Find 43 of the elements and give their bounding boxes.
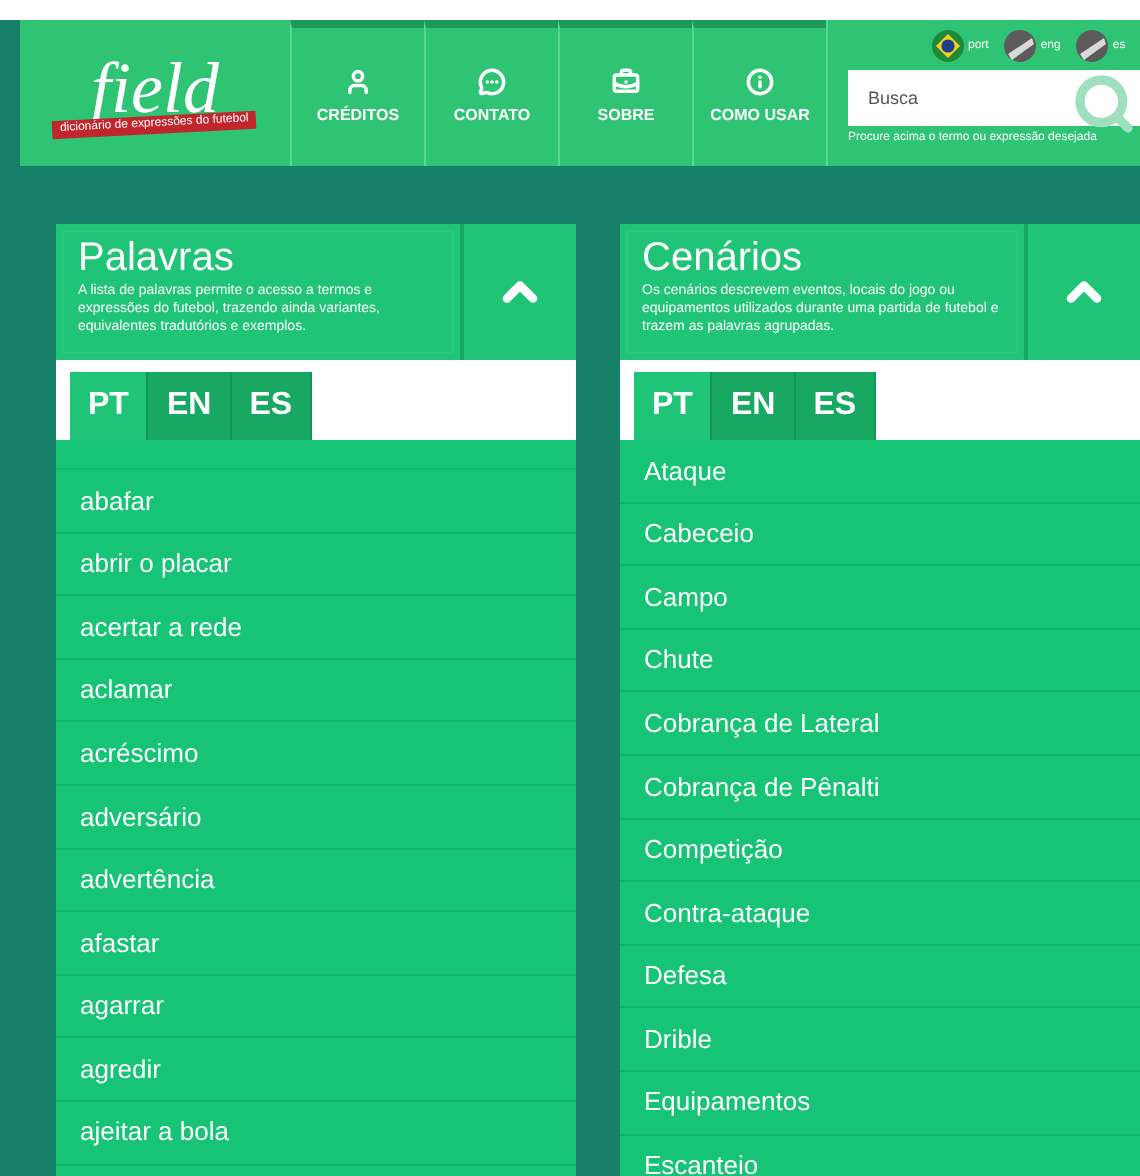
list-item[interactable]: acertar a rede — [56, 596, 576, 660]
language-tab[interactable]: PT — [634, 372, 713, 440]
info-icon — [746, 67, 774, 95]
list-item[interactable]: Escanteio — [620, 1135, 1140, 1176]
flag-icon — [932, 30, 964, 62]
panel-title: Cenários — [642, 234, 805, 282]
nav-button[interactable]: COMO USAR — [692, 20, 826, 166]
flag-icon — [1004, 30, 1037, 62]
list-item[interactable]: aclamar — [56, 659, 576, 723]
language-tab[interactable]: EN — [148, 372, 232, 440]
flag-icon — [1076, 30, 1109, 62]
chat-icon — [478, 67, 506, 95]
nav-button[interactable]: CRÉDITOS — [290, 20, 424, 166]
list-item[interactable]: Competição — [620, 819, 1140, 883]
list-item[interactable]: Cobrança de Pênalti — [620, 755, 1140, 820]
list-item[interactable]: abafar — [56, 470, 576, 534]
language-tab[interactable]: EN — [712, 372, 796, 440]
nav-button[interactable]: SOBRE — [558, 20, 692, 166]
search-field[interactable]: Busca — [848, 70, 1140, 126]
list-item[interactable]: adversário — [56, 785, 576, 850]
list-item[interactable]: agarrar — [56, 975, 576, 1039]
list-item[interactable]: Cobrança de Lateral — [620, 692, 1140, 756]
list-item[interactable]: Chute — [620, 629, 1140, 693]
list-item[interactable]: advertência — [56, 849, 576, 913]
list-item[interactable]: Drible — [620, 1008, 1140, 1072]
list-item[interactable]: Defesa — [620, 945, 1140, 1009]
list-item[interactable]: Contra-ataque — [620, 882, 1140, 946]
list-item[interactable]: Equipamentos — [620, 1071, 1140, 1136]
list-item[interactable]: acréscimo — [56, 722, 576, 786]
person-icon — [344, 67, 372, 95]
list-item[interactable]: afastar — [56, 912, 576, 976]
list-item[interactable]: Ataque — [620, 440, 1140, 504]
briefcase-icon — [612, 67, 640, 95]
panel-title: Palavras — [78, 234, 236, 282]
list-item[interactable]: agredir — [56, 1038, 576, 1102]
list-item[interactable]: abrir o placar — [56, 533, 576, 597]
list-item[interactable]: ajeitar a bola — [56, 1101, 576, 1166]
language-tab[interactable]: ES — [231, 372, 313, 440]
language-tab[interactable]: ES — [795, 372, 877, 440]
list-item[interactable]: Campo — [620, 566, 1140, 630]
language-tab[interactable]: PT — [70, 372, 149, 440]
nav-button[interactable]: CONTATO — [424, 20, 558, 166]
list-item[interactable]: Cabeceio — [620, 503, 1140, 567]
